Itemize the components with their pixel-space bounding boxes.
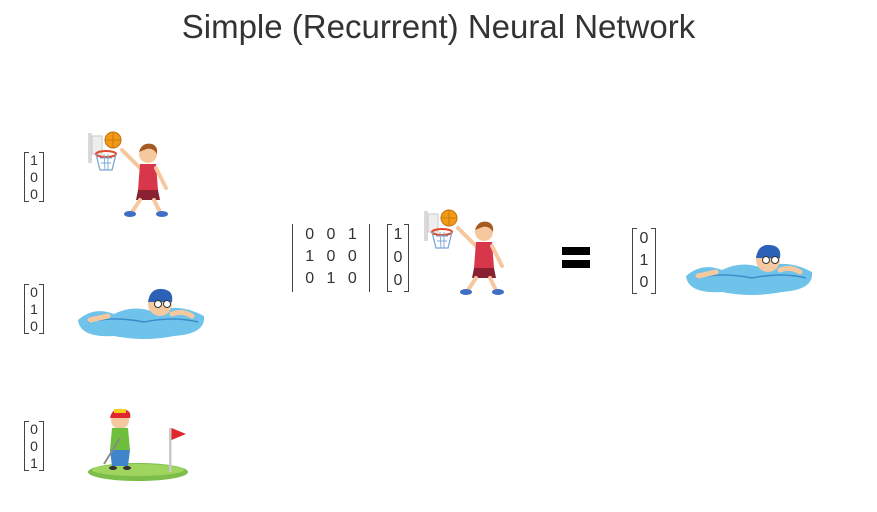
vector-entry: 0: [30, 284, 38, 301]
golfer-icon: [88, 408, 188, 481]
matrix-cell: 1: [326, 270, 336, 287]
page-title: Simple (Recurrent) Neural Network: [181, 8, 696, 45]
vector-entry: 1: [639, 252, 649, 269]
equals-bar: [562, 247, 590, 255]
swimming-vector: 0 1 0: [24, 284, 44, 334]
vector-entry: 1: [30, 300, 38, 317]
vector-entry: 0: [30, 168, 38, 185]
vector-entry: 0: [30, 421, 38, 438]
vector-entry: 0: [393, 248, 403, 266]
equals-sign: [562, 247, 590, 271]
transition-matrix: 0 0 1 1 0 0 0 1 0: [292, 224, 370, 292]
vector-entry: 0: [393, 271, 403, 289]
basketball-vector: 1 0 0: [24, 152, 44, 202]
matrix-cell: 1: [347, 226, 357, 243]
matrix-cell: 0: [347, 248, 357, 265]
matrix-cell: 0: [347, 270, 357, 287]
swimmer-icon: [78, 288, 205, 339]
vector-entry: 1: [393, 226, 403, 244]
swimmer-icon: [686, 244, 813, 295]
vector-entry: 0: [30, 317, 38, 334]
matrix-row: 0 0 1: [293, 224, 369, 246]
basketball-player-icon: [88, 131, 168, 217]
vector-entry: 1: [30, 152, 38, 169]
vector-entry: 1: [30, 454, 38, 471]
vector-entry: 0: [639, 230, 649, 247]
matrix-row: 0 1 0: [293, 268, 369, 290]
matrix-cell: 0: [326, 248, 336, 265]
matrix-cell: 0: [305, 270, 315, 287]
equals-bar: [562, 260, 590, 268]
vector-entry: 0: [30, 437, 38, 454]
vector-entry: 0: [639, 274, 649, 291]
matrix-cell: 0: [326, 226, 336, 243]
output-vector: 0 1 0: [632, 228, 656, 294]
input-vector: 1 0 0: [387, 224, 409, 292]
vector-entry: 0: [30, 185, 38, 202]
matrix-row: 1 0 0: [293, 246, 369, 268]
matrix-cell: 0: [305, 226, 315, 243]
golf-vector: 0 0 1: [24, 421, 44, 471]
matrix-cell: 1: [305, 248, 315, 265]
basketball-player-icon: [424, 209, 504, 295]
